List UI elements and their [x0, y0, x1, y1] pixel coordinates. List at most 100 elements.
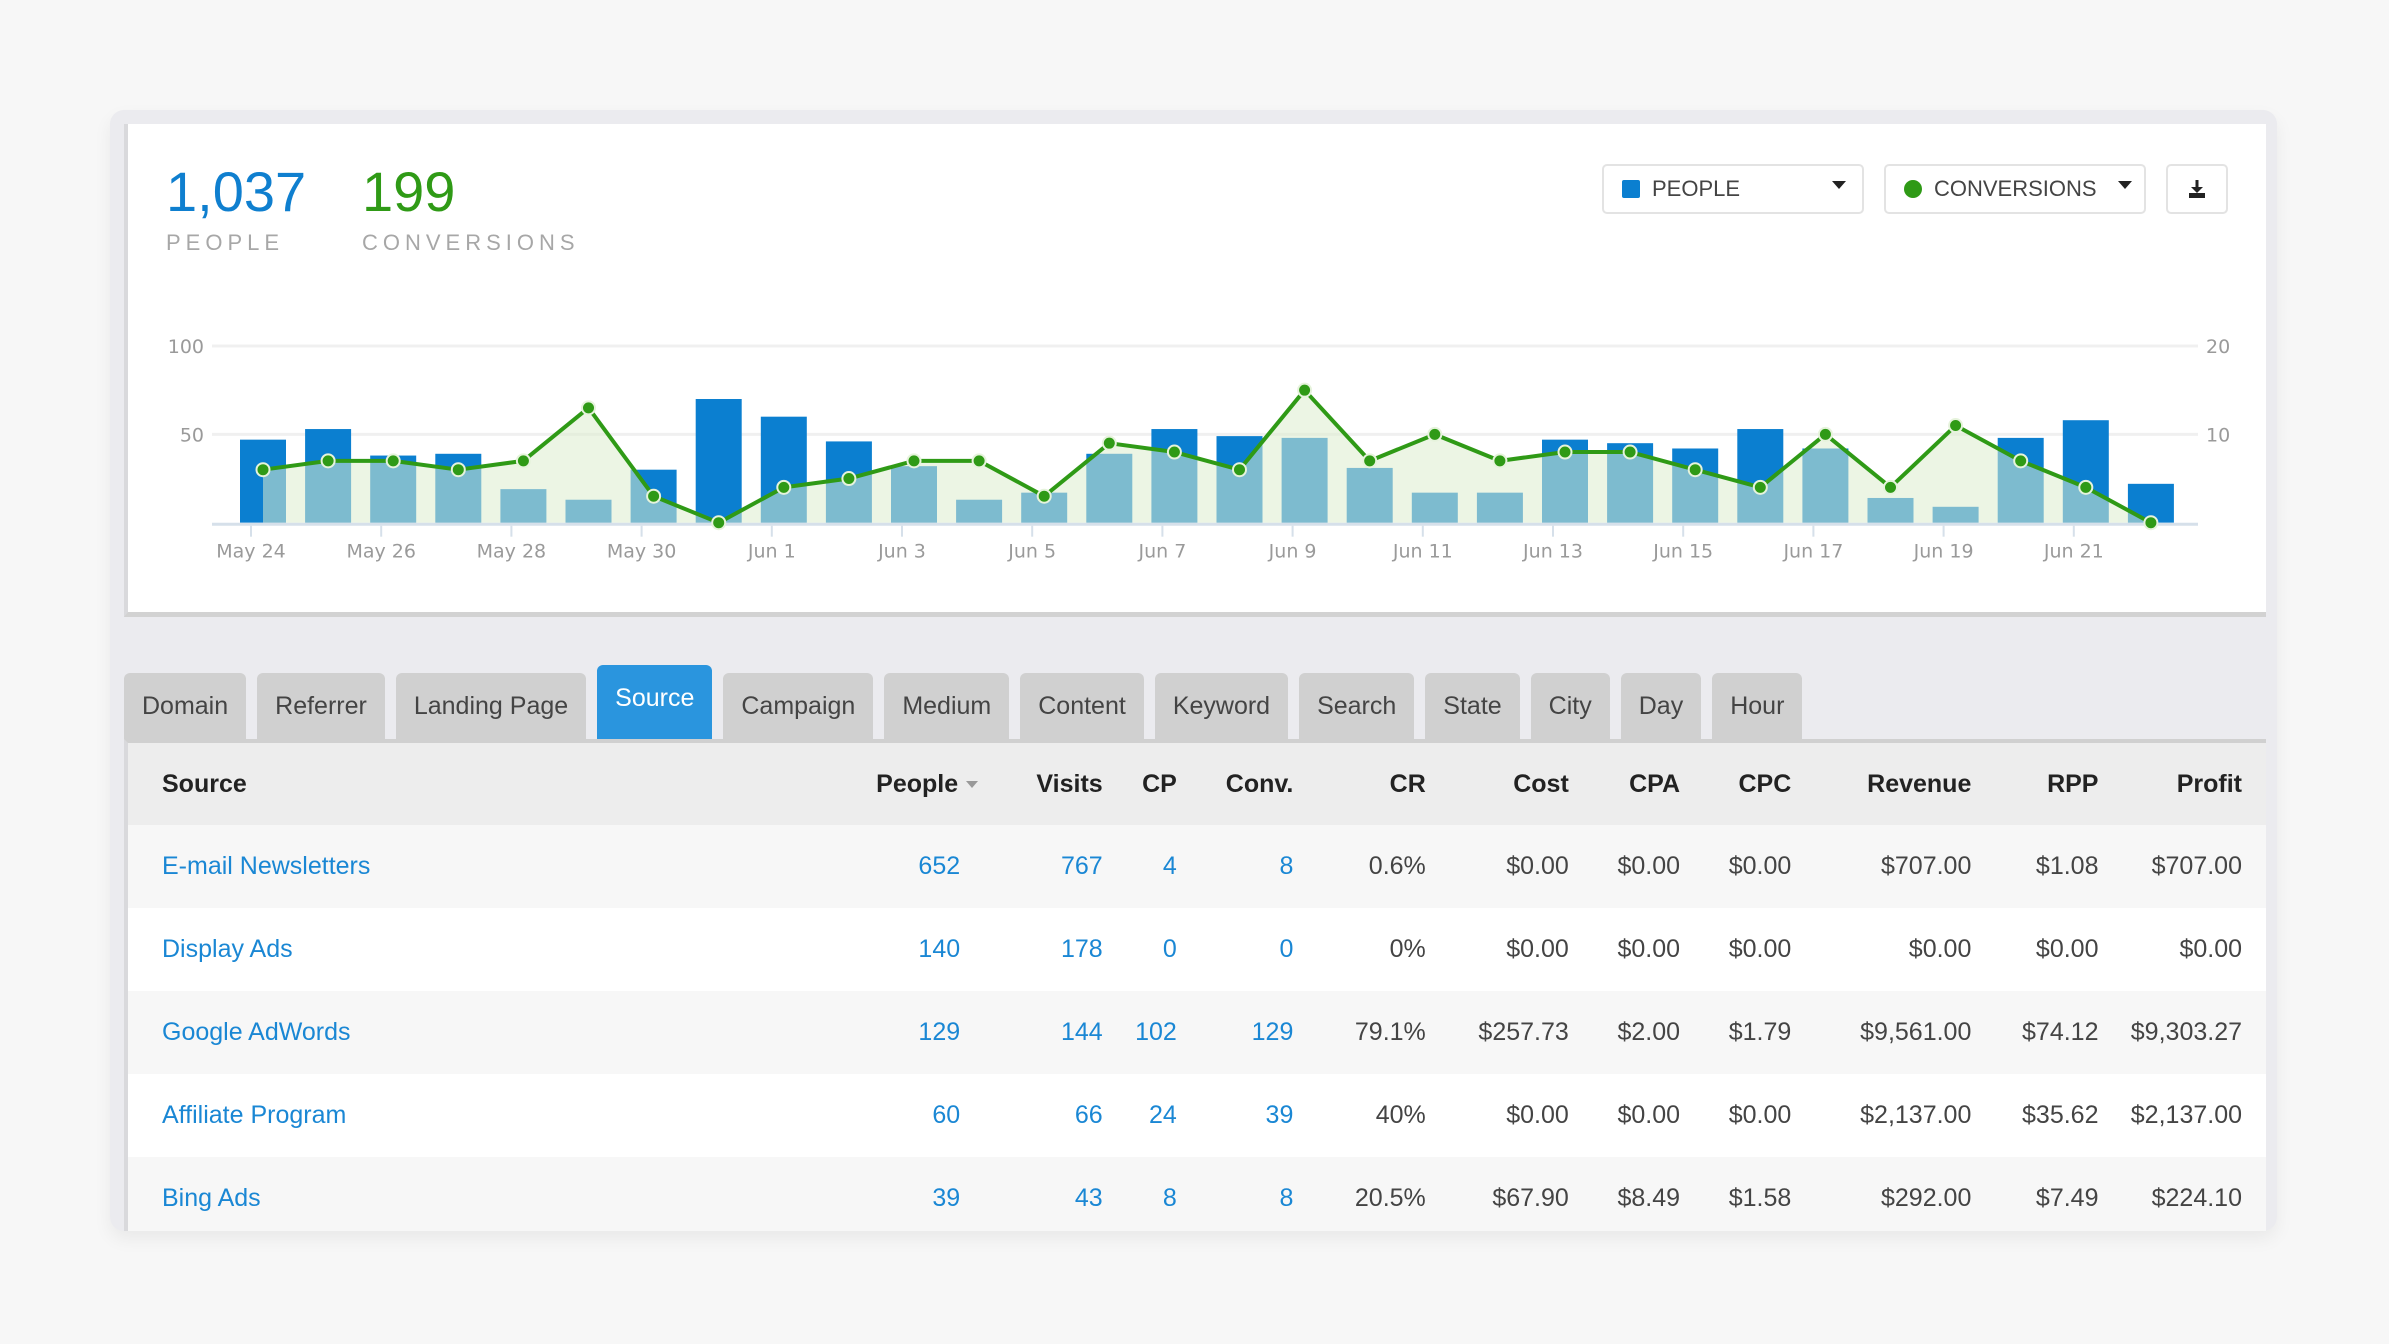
cell-cpc: $1.58	[1680, 1157, 1792, 1231]
cell-cr: 40%	[1293, 1074, 1426, 1157]
tab-medium[interactable]: Medium	[884, 673, 1010, 739]
cell-cp[interactable]: 4	[1102, 825, 1177, 908]
cell-people[interactable]: 129	[848, 991, 987, 1074]
tab-state[interactable]: State	[1425, 673, 1520, 739]
cell-people[interactable]: 39	[848, 1157, 987, 1231]
conversions-point	[581, 400, 596, 416]
cell-cp[interactable]: 8	[1102, 1157, 1177, 1231]
x-tick-label: Jun 13	[1522, 541, 1583, 563]
source-table: Source People Visits CP Conv. CR Cost CPA CPC Rev…	[128, 743, 2266, 1231]
cell-cr: 20.5%	[1293, 1157, 1426, 1231]
conversions-metric-dropdown[interactable]: CONVERSIONS	[1884, 164, 2146, 214]
column-header-label: Revenue	[1867, 769, 1972, 798]
tab-landing-page[interactable]: Landing Page	[395, 673, 587, 739]
cell-visits[interactable]: 66	[986, 1074, 1103, 1157]
cell-rpp: $74.12	[1971, 991, 2099, 1074]
conversions-point	[2078, 479, 2094, 495]
cell-cost: $67.90	[1425, 1157, 1569, 1231]
tab-hour[interactable]: Hour	[1712, 673, 1803, 739]
tab-campaign[interactable]: Campaign	[723, 673, 874, 739]
conversions-kpi: 199 CONVERSIONS	[362, 164, 580, 256]
column-header-rpp[interactable]: RPP	[1971, 743, 2099, 825]
x-tick-label: Jun 21	[2043, 541, 2104, 563]
download-icon	[2189, 180, 2205, 198]
source-link[interactable]: Bing Ads	[128, 1157, 849, 1231]
cell-cp[interactable]: 102	[1102, 991, 1177, 1074]
source-table-container: Source People Visits CP Conv. CR Cost CPA CPC Rev…	[124, 739, 2266, 1231]
conversions-point	[1622, 444, 1638, 460]
conversions-point	[1232, 462, 1247, 478]
column-header-cr[interactable]: CR	[1293, 743, 1426, 825]
table-header-row: Source People Visits CP Conv. CR Cost CPA CPC Rev…	[128, 743, 2266, 825]
cell-rpp: $7.49	[1971, 1157, 2099, 1231]
table-row: Google AdWords 129 144 102 129 79.1% $257.73 $2…	[128, 991, 2266, 1074]
source-link[interactable]: E-mail Newsletters	[128, 825, 849, 908]
people-label: PEOPLE	[166, 230, 285, 255]
column-header-cpa[interactable]: CPA	[1568, 743, 1681, 825]
cell-rpp: $35.62	[1971, 1074, 2099, 1157]
cell-people[interactable]: 60	[848, 1074, 987, 1157]
column-header-profit[interactable]: Profit	[2098, 743, 2266, 825]
conversions-point	[841, 471, 857, 487]
cell-conv[interactable]: 39	[1176, 1074, 1294, 1157]
column-header-cp[interactable]: CP	[1102, 743, 1177, 825]
column-header-label: Visits	[1036, 769, 1103, 798]
cell-conv[interactable]: 129	[1176, 991, 1294, 1074]
source-link[interactable]: Display Ads	[128, 908, 849, 991]
conversions-point	[776, 479, 792, 495]
conversions-point	[515, 453, 531, 469]
column-header-label: People	[876, 769, 959, 798]
cell-revenue: $9,561.00	[1791, 991, 1972, 1074]
tab-content[interactable]: Content	[1020, 673, 1144, 739]
conversions-point	[450, 462, 466, 478]
cell-cp[interactable]: 24	[1102, 1074, 1177, 1157]
cell-cost: $0.00	[1425, 1074, 1569, 1157]
cell-conv[interactable]: 8	[1176, 825, 1294, 908]
cell-visits[interactable]: 144	[986, 991, 1103, 1074]
people-metric-dropdown[interactable]: PEOPLE	[1602, 164, 1864, 214]
cell-people[interactable]: 652	[848, 825, 987, 908]
source-link[interactable]: Affiliate Program	[128, 1074, 849, 1157]
source-link[interactable]: Google AdWords	[128, 991, 849, 1074]
cell-cpc: $0.00	[1680, 825, 1792, 908]
x-tick-label: May 28	[477, 541, 547, 563]
cell-cp[interactable]: 0	[1102, 908, 1177, 991]
conversions-point	[385, 453, 401, 469]
cell-revenue: $2,137.00	[1791, 1074, 1972, 1157]
bar-people	[695, 399, 742, 523]
cell-visits[interactable]: 43	[986, 1157, 1103, 1231]
cell-revenue: $707.00	[1791, 825, 1972, 908]
x-tick-label: Jun 11	[1392, 541, 1453, 563]
cell-visits[interactable]: 767	[986, 825, 1103, 908]
cell-conv[interactable]: 0	[1176, 908, 1294, 991]
tab-day[interactable]: Day	[1620, 673, 1702, 739]
conversions-point	[646, 488, 662, 504]
tab-keyword[interactable]: Keyword	[1154, 673, 1289, 739]
conversions-point	[1883, 479, 1898, 495]
tab-search[interactable]: Search	[1299, 673, 1415, 739]
cell-revenue: $0.00	[1791, 908, 1972, 991]
column-header-visits[interactable]: Visits	[986, 743, 1103, 825]
tab-referrer[interactable]: Referrer	[257, 673, 385, 739]
column-header-people[interactable]: People	[848, 743, 987, 825]
tab-source[interactable]: Source	[597, 665, 713, 739]
column-header-cost[interactable]: Cost	[1425, 743, 1569, 825]
tab-domain[interactable]: Domain	[124, 673, 247, 739]
cell-conv[interactable]: 8	[1176, 1157, 1294, 1231]
cell-people[interactable]: 140	[848, 908, 987, 991]
column-header-source[interactable]: Source	[128, 743, 849, 825]
cell-visits[interactable]: 178	[986, 908, 1103, 991]
cell-cpa: $8.49	[1568, 1157, 1681, 1231]
column-header-conv[interactable]: Conv.	[1176, 743, 1294, 825]
cell-profit: $707.00	[2098, 825, 2266, 908]
conversions-area	[263, 390, 2151, 523]
conversions-point	[906, 453, 922, 469]
download-button[interactable]	[2166, 164, 2228, 214]
tab-city[interactable]: City	[1530, 673, 1610, 739]
conversions-point	[320, 453, 336, 469]
conversions-point	[1492, 453, 1508, 469]
conversions-point	[1036, 488, 1052, 504]
column-header-revenue[interactable]: Revenue	[1791, 743, 1972, 825]
column-header-cpc[interactable]: CPC	[1680, 743, 1792, 825]
x-tick-label: Jun 7	[1137, 541, 1186, 563]
